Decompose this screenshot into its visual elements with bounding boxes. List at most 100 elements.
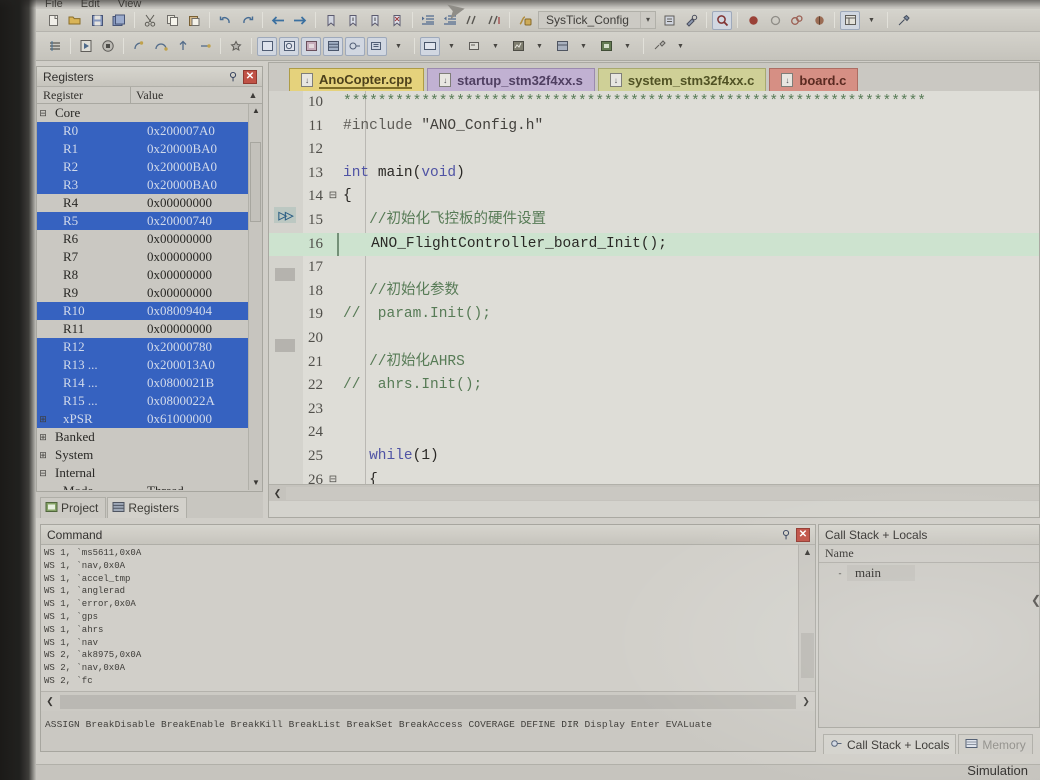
command-input-field[interactable] [60, 695, 796, 709]
symbols-icon[interactable] [301, 37, 321, 56]
editor-tab-startup-stm32f4xx-s[interactable]: ↓startup_stm32f4xx.s [427, 68, 595, 91]
show-statement-icon[interactable] [226, 37, 246, 56]
scroll-down-icon[interactable]: ▼ [249, 476, 262, 490]
uncomment-icon[interactable] [484, 11, 504, 30]
code-area[interactable]: ▷▷ 10***********************************… [269, 91, 1039, 501]
pin-icon[interactable]: ⚲ [779, 528, 793, 542]
copy-icon[interactable] [162, 11, 182, 30]
register-value[interactable]: 0x20000BA0 [143, 141, 262, 157]
code-line[interactable]: 16 ANO_FlightController_board_Init(); [269, 233, 1039, 257]
scroll-right-icon[interactable]: ❯ [797, 696, 815, 707]
expander-icon[interactable]: ⊟ [37, 468, 49, 479]
scroll-left-icon[interactable]: ❮ [269, 488, 286, 499]
function-selector-combo[interactable]: SysTick_Config ▾ [538, 11, 656, 29]
register-row[interactable]: R30x20000BA0 [37, 176, 262, 194]
register-value[interactable]: 0x08009404 [143, 303, 262, 319]
editor-tab-anocopter-cpp[interactable]: ↓AnoCopter.cpp [289, 68, 424, 91]
register-value[interactable]: 0x00000000 [143, 231, 262, 247]
bookmark-prev-icon[interactable] [343, 11, 363, 30]
code-line[interactable]: 12 [269, 138, 1039, 162]
menu-item-edit[interactable]: Edit [72, 0, 109, 9]
registers-list[interactable]: ⊟CoreR00x200007A0R10x20000BA0R20x20000BA… [37, 104, 262, 490]
register-value[interactable]: 0x200007A0 [143, 123, 262, 139]
code-line[interactable]: 13int main(void) [269, 162, 1039, 186]
scrollbar-thumb[interactable] [250, 142, 261, 222]
register-row[interactable]: R00x200007A0 [37, 122, 262, 140]
register-row[interactable]: ModeThread [37, 482, 262, 490]
code-line[interactable]: 25 while(1) [269, 445, 1039, 469]
register-value[interactable]: 0x20000BA0 [143, 159, 262, 175]
serial-icon[interactable] [464, 37, 484, 56]
expander-icon[interactable]: ⊞ [37, 432, 49, 443]
expander-icon[interactable]: - [833, 568, 847, 578]
call-stack-list[interactable]: - main ❮ [819, 563, 1039, 727]
register-row[interactable]: R15 ...0x0800022A [37, 392, 262, 410]
register-row[interactable]: R50x20000740 [37, 212, 262, 230]
menu-bar[interactable]: File Edit View [36, 0, 1040, 9]
code-line[interactable]: 23 [269, 398, 1039, 422]
close-icon[interactable]: ✕ [243, 70, 257, 84]
step-icon[interactable] [129, 37, 149, 56]
register-row[interactable]: ⊞System [37, 446, 262, 464]
code-line[interactable]: 24 [269, 421, 1039, 445]
chevron-down-icon[interactable]: ▼ [862, 11, 882, 30]
code-line[interactable]: 15 //初始化飞控板的硬件设置 [269, 209, 1039, 233]
undo-icon[interactable] [215, 11, 235, 30]
debug-toolbar[interactable]: ▼ ▼ ▼ ▼ ▼ ▼ ▼ [36, 32, 1040, 61]
code-line[interactable]: 11#include "ANO_Config.h" [269, 115, 1039, 139]
code-line[interactable]: 10**************************************… [269, 91, 1039, 115]
scrollbar-thumb[interactable] [801, 633, 814, 678]
navigate-forward-icon[interactable] [290, 11, 310, 30]
analysis-icon[interactable] [508, 37, 528, 56]
tab-registers[interactable]: Registers [107, 497, 187, 518]
register-row[interactable]: R70x00000000 [37, 248, 262, 266]
code-line[interactable]: 20 [269, 327, 1039, 351]
register-row[interactable]: R120x20000780 [37, 338, 262, 356]
step-out-icon[interactable] [173, 37, 193, 56]
trace-icon[interactable] [552, 37, 572, 56]
register-row[interactable]: R110x00000000 [37, 320, 262, 338]
code-lines[interactable]: 10**************************************… [269, 91, 1039, 501]
call-stack-row[interactable]: - main [819, 563, 1039, 583]
scroll-left-icon[interactable]: ❮ [41, 696, 59, 707]
cut-icon[interactable] [140, 11, 160, 30]
editor-tab-board-c[interactable]: ↓board.c [769, 68, 858, 91]
command-output[interactable]: WS 1, `ms5611,0x0AWS 1, `nav,0x0AWS 1, `… [41, 545, 815, 707]
expander-icon[interactable]: ⊟ [37, 108, 49, 119]
run-icon[interactable] [76, 37, 96, 56]
step-over-icon[interactable] [151, 37, 171, 56]
paste-icon[interactable] [184, 11, 204, 30]
register-value[interactable]: 0x20000780 [143, 339, 262, 355]
chevron-down-icon[interactable]: ▼ [574, 37, 594, 56]
register-value[interactable]: 0x00000000 [143, 195, 262, 211]
register-value[interactable]: 0x00000000 [143, 285, 262, 301]
register-row[interactable]: ⊟Internal [37, 464, 262, 482]
register-row[interactable]: R14 ...0x0800021B [37, 374, 262, 392]
register-row[interactable]: ⊞xPSR0x61000000 [37, 410, 262, 428]
command-keyword-bar[interactable]: ASSIGN BreakDisable BreakEnable BreakKil… [41, 713, 815, 751]
bookmark-toggle-icon[interactable] [321, 11, 341, 30]
redo-icon[interactable] [237, 11, 257, 30]
pin-icon[interactable]: ⚲ [226, 70, 240, 84]
bottom-right-tabs[interactable]: Call Stack + Locals Memory [818, 730, 1040, 754]
command-window-icon[interactable] [257, 37, 277, 56]
navigate-back-icon[interactable] [268, 11, 288, 30]
register-row[interactable]: R60x00000000 [37, 230, 262, 248]
sort-arrow-icon[interactable]: ▲ [244, 87, 262, 103]
register-value[interactable]: 0x20000740 [143, 213, 262, 229]
chevron-down-icon[interactable]: ▼ [389, 37, 409, 56]
find-in-files-icon[interactable] [712, 11, 732, 30]
chevron-down-icon[interactable]: ▼ [671, 37, 691, 56]
register-value[interactable]: 0x200013A0 [143, 357, 262, 373]
build-icon[interactable] [681, 11, 701, 30]
run-to-cursor-icon[interactable] [195, 37, 215, 56]
kill-breakpoints-icon[interactable] [787, 11, 807, 30]
register-value[interactable]: Thread [143, 483, 262, 490]
register-row[interactable]: ⊟Core [37, 104, 262, 122]
register-row[interactable]: R13 ...0x200013A0 [37, 356, 262, 374]
code-line[interactable]: 22// ahrs.Init(); [269, 374, 1039, 398]
chevron-down-icon[interactable]: ▼ [618, 37, 638, 56]
outdent-icon[interactable] [440, 11, 460, 30]
register-row[interactable]: R100x08009404 [37, 302, 262, 320]
register-value[interactable]: 0x0800021B [143, 375, 262, 391]
